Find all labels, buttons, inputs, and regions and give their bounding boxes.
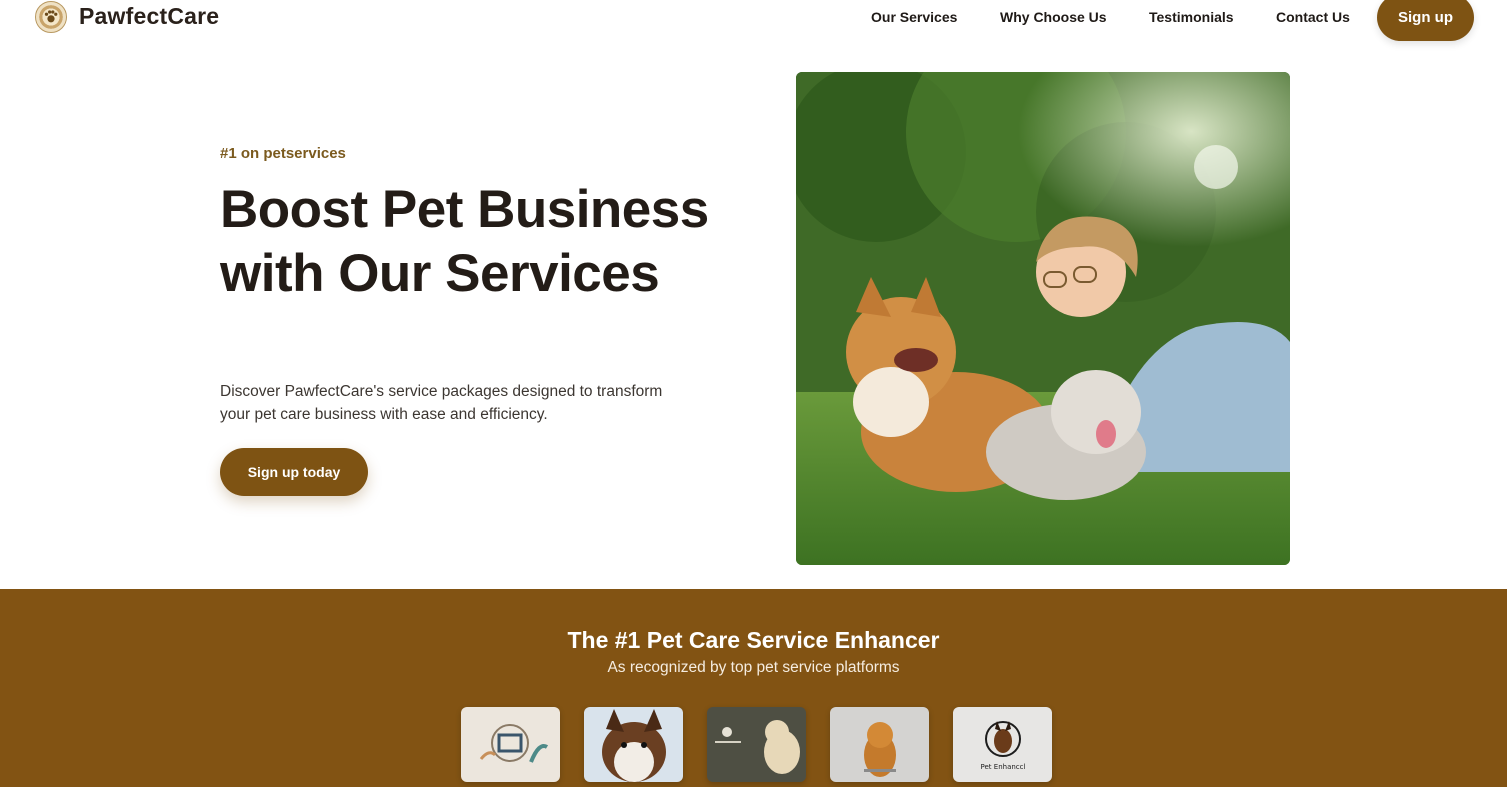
partner-logo-1[interactable] <box>461 707 560 782</box>
nav-contact-us[interactable]: Contact Us <box>1276 9 1350 25</box>
partner-logo-2[interactable] <box>584 707 683 782</box>
paw-badge-icon[interactable] <box>35 1 67 33</box>
partner-logos: Pet Enhanccl <box>461 707 1052 782</box>
nav-our-services[interactable]: Our Services <box>871 9 957 25</box>
nav-why-choose-us[interactable]: Why Choose Us <box>1000 9 1107 25</box>
brand-name[interactable]: PawfectCare <box>79 3 219 30</box>
signup-button[interactable]: Sign up <box>1377 0 1474 41</box>
partner-logo-3[interactable] <box>707 707 806 782</box>
band-subtitle: As recognized by top pet service platfor… <box>607 659 900 676</box>
svg-text:Pet Enhanccl: Pet Enhanccl <box>981 763 1026 771</box>
partner-logo-4[interactable] <box>830 707 929 782</box>
site-header: PawfectCare Our Services Why Choose Us T… <box>0 0 1507 41</box>
hero-photo <box>796 72 1290 565</box>
signup-today-button[interactable]: Sign up today <box>220 448 368 496</box>
partner-logo-5[interactable]: Pet Enhanccl <box>953 707 1052 782</box>
hero-subcopy: Discover PawfectCare's service packages … <box>220 383 663 423</box>
band-title: The #1 Pet Care Service Enhancer <box>567 627 940 653</box>
hero-eyebrow: #1 on petservices <box>220 145 346 162</box>
hero-headline: Boost Pet Business with Our Services <box>220 180 709 303</box>
recognition-band: The #1 Pet Care Service Enhancer As reco… <box>0 589 1507 787</box>
nav-testimonials[interactable]: Testimonials <box>1149 9 1234 25</box>
